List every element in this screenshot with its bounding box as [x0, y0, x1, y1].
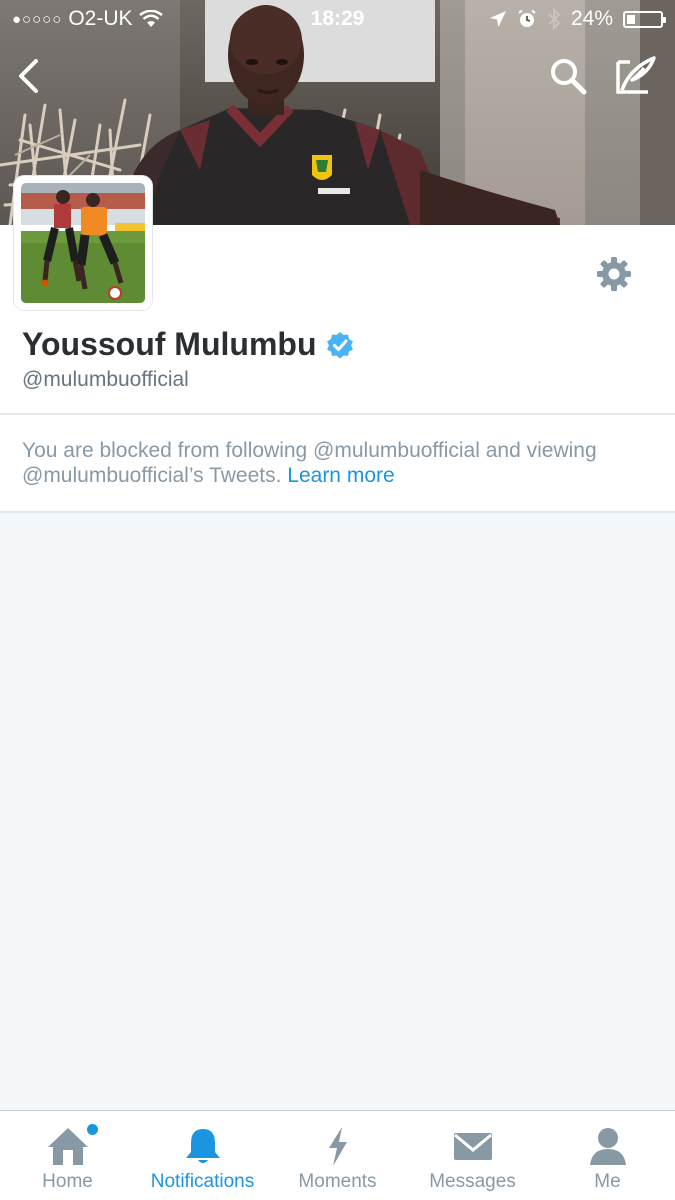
- bluetooth-icon: [548, 8, 561, 30]
- compose-tweet-button[interactable]: [612, 54, 658, 98]
- tab-home-label: Home: [42, 1171, 93, 1192]
- back-button[interactable]: [14, 58, 44, 94]
- profile-handle: @mulumbuofficial: [22, 368, 189, 391]
- search-button[interactable]: [548, 56, 588, 96]
- tab-moments-label: Moments: [298, 1171, 377, 1192]
- battery-icon: [623, 10, 666, 28]
- blocked-notice: You are blocked from following @mulumbuo…: [0, 415, 675, 511]
- tab-me[interactable]: Me: [540, 1111, 675, 1200]
- blocked-notice-text: You are blocked from following @mulumbuo…: [22, 438, 662, 488]
- verified-badge-icon: [327, 331, 354, 358]
- tab-me-label: Me: [594, 1171, 621, 1192]
- person-icon: [589, 1128, 626, 1165]
- tab-moments[interactable]: Moments: [270, 1111, 405, 1200]
- tab-notifications-label: Notifications: [150, 1171, 255, 1192]
- compose-quill-icon: [616, 56, 656, 94]
- bell-icon: [185, 1129, 220, 1163]
- profile-display-name: Youssouf Mulumbu: [22, 326, 354, 363]
- home-new-content-dot: [87, 1124, 98, 1135]
- envelope-icon: [453, 1133, 492, 1160]
- learn-more-link[interactable]: Learn more: [287, 464, 394, 487]
- bottom-tab-bar: Home Notifications Moments Messages Me: [0, 1110, 675, 1200]
- battery-level-fill: [627, 14, 635, 24]
- search-icon: [551, 59, 587, 95]
- lightning-icon: [328, 1127, 347, 1166]
- avatar-photo: [21, 183, 145, 303]
- tab-messages-label: Messages: [429, 1171, 516, 1192]
- section-divider: [0, 511, 675, 513]
- tab-notifications[interactable]: Notifications: [135, 1111, 270, 1200]
- battery-percentage: 24%: [570, 7, 613, 30]
- alarm-clock-icon: [518, 9, 536, 27]
- home-icon: [47, 1128, 88, 1165]
- location-arrow-icon: [489, 11, 506, 27]
- display-name-text: Youssouf Mulumbu: [22, 326, 317, 362]
- tab-home[interactable]: Home: [0, 1111, 135, 1200]
- profile-settings-button[interactable]: [595, 255, 633, 293]
- status-bar: ●○○○○ O2-UK 18:29 24%: [0, 0, 675, 38]
- profile-avatar[interactable]: [14, 176, 152, 310]
- status-indicators: 24%: [489, 7, 666, 31]
- chevron-left-icon: [19, 59, 38, 93]
- gear-icon: [597, 257, 631, 291]
- tab-messages[interactable]: Messages: [405, 1111, 540, 1200]
